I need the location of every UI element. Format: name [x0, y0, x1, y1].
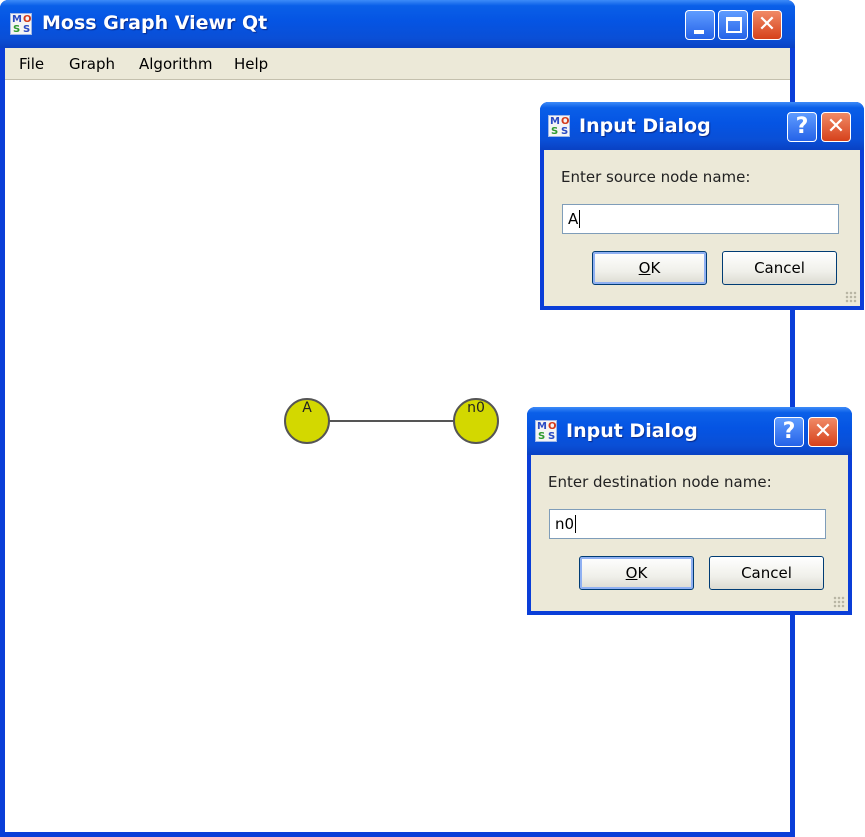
graph-edge[interactable]	[327, 420, 454, 422]
dialog-body: Enter destination node name: n0 OK Cance…	[531, 455, 848, 611]
dialog-close-button[interactable]: ✕	[821, 112, 851, 142]
graph-node-n0[interactable]: n0	[453, 398, 499, 444]
close-icon: ✕	[757, 12, 777, 37]
menu-help[interactable]: Help	[234, 55, 268, 73]
source-node-input[interactable]: A	[562, 204, 839, 234]
cancel-button[interactable]: Cancel	[722, 251, 837, 285]
maximize-icon	[726, 17, 742, 33]
window-title: Moss Graph Viewr Qt	[42, 12, 268, 34]
ok-button[interactable]: OK	[579, 556, 694, 590]
maximize-button[interactable]	[718, 10, 748, 40]
moss-app-icon: M O S S	[535, 420, 557, 442]
help-button[interactable]: ?	[774, 417, 804, 447]
minimize-icon	[694, 30, 704, 34]
menu-file[interactable]: File	[19, 55, 44, 73]
ok-button[interactable]: OK	[592, 251, 707, 285]
ok-label: K	[650, 259, 661, 277]
ok-mnemonic: O	[638, 259, 651, 277]
destination-prompt-label: Enter destination node name:	[548, 473, 772, 491]
cancel-button[interactable]: Cancel	[709, 556, 824, 590]
menu-graph[interactable]: Graph	[69, 55, 115, 73]
app-icon-letter: S	[23, 24, 31, 35]
text-caret	[575, 515, 577, 533]
moss-app-icon[interactable]: M O S S	[10, 13, 32, 35]
app-icon-letter: S	[13, 24, 21, 35]
dialog-body: Enter source node name: A OK Cancel	[544, 150, 860, 306]
source-input-dialog: M O S S Input Dialog ? ✕ Enter source no…	[540, 102, 864, 310]
dialog-close-button[interactable]: ✕	[808, 417, 838, 447]
dialog-title: Input Dialog	[579, 115, 711, 137]
destination-input-dialog: M O S S Input Dialog ? ✕ Enter destinati…	[527, 407, 852, 615]
ok-label: K	[637, 564, 648, 582]
menu-bar: File Graph Algorithm Help	[5, 48, 790, 80]
menu-algorithm[interactable]: Algorithm	[139, 55, 212, 73]
app-icon-letter: S	[548, 431, 556, 442]
app-icon-letter: S	[538, 431, 546, 442]
app-icon-letter: S	[561, 126, 569, 137]
title-bar[interactable]: M O S S Moss Graph Viewr Qt ✕	[0, 0, 795, 48]
resize-grip-icon[interactable]	[833, 596, 845, 608]
close-button[interactable]: ✕	[752, 10, 782, 40]
graph-node-a[interactable]: A	[284, 398, 330, 444]
minimize-button[interactable]	[685, 10, 715, 40]
destination-node-input[interactable]: n0	[549, 509, 826, 539]
resize-grip-icon[interactable]	[845, 291, 857, 303]
dialog-title-bar[interactable]: M O S S Input Dialog ? ✕	[540, 102, 864, 150]
moss-app-icon: M O S S	[548, 115, 570, 137]
source-prompt-label: Enter source node name:	[561, 168, 751, 186]
destination-node-value: n0	[555, 515, 575, 533]
source-node-value: A	[568, 210, 579, 228]
help-button[interactable]: ?	[787, 112, 817, 142]
app-icon-letter: S	[551, 126, 559, 137]
dialog-title: Input Dialog	[566, 420, 698, 442]
ok-mnemonic: O	[625, 564, 638, 582]
dialog-title-bar[interactable]: M O S S Input Dialog ? ✕	[527, 407, 852, 455]
text-caret	[579, 210, 581, 228]
